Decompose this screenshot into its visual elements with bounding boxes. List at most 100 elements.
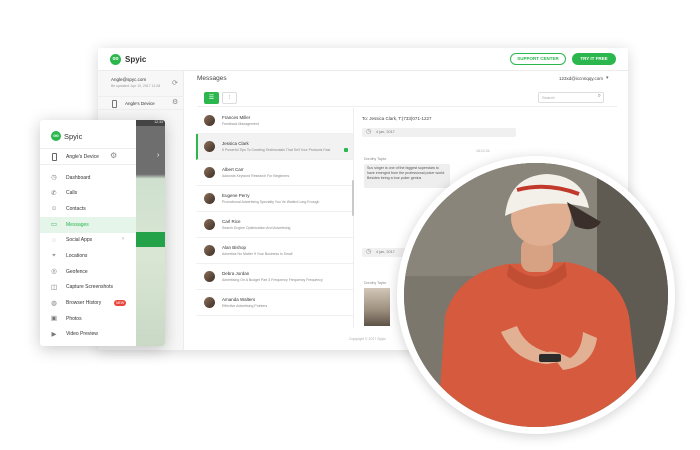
message-preview: Advertise No Matter If Your Business Is …: [222, 252, 293, 256]
app-logo[interactable]: oo Spyic: [110, 54, 146, 65]
logo-text: Spyic: [125, 55, 147, 64]
list-item[interactable]: Carl Rice Search Engine Optimization And…: [196, 212, 353, 238]
phone-icon: ✆: [51, 189, 57, 197]
logo-text: Spyic: [64, 131, 83, 141]
phone-icon: [52, 153, 57, 161]
device-name: Angle's Device: [66, 154, 99, 160]
avatar: [204, 297, 215, 308]
page-title: Messages: [197, 75, 227, 82]
new-badge: NEW: [114, 300, 127, 306]
contact-name: Jessica Clark: [222, 141, 249, 146]
menu-item-label: Capture Screenshots: [66, 284, 113, 291]
list-item[interactable]: Albert Carr Adwords Keyword Research For…: [196, 160, 353, 186]
avatar: [204, 245, 215, 256]
menu-item-geofence[interactable]: ◎ Geofence: [40, 264, 136, 280]
sender-name: Dorothy Taylor: [364, 281, 387, 285]
footer-copyright: Copyright © 2017 Spyic: [349, 337, 386, 341]
menu-item-label: Locations: [66, 252, 88, 259]
bubble-icon: ◌: [52, 236, 56, 244]
try-it-free-button[interactable]: TRY IT FREE: [572, 53, 616, 65]
list-item[interactable]: Debra Jordan Advertising On A Budget Par…: [196, 264, 353, 290]
support-center-button[interactable]: SUPPORT CENTER: [510, 53, 566, 65]
contact-name: Eugene Perry: [222, 193, 250, 198]
logo-mark-icon: oo: [110, 54, 121, 65]
list-item[interactable]: Frances Miller Feedback Management: [196, 108, 353, 134]
message-preview: Search Engine Optimization And Advertisi…: [222, 226, 291, 230]
menu-item-locations[interactable]: ⌖ Locations: [40, 248, 136, 264]
phone-app-panel: 12:33 › oo Spyic Angle's Device ⚙ ◷ Dash…: [40, 120, 165, 346]
list-item[interactable]: Amanda Walters Effective Advertising Poi…: [196, 290, 353, 316]
menu-item-photos[interactable]: ▣ Photos: [40, 311, 136, 327]
pin-icon: ⌖: [52, 252, 56, 260]
phone-icon: [112, 100, 117, 108]
camera-icon: ◫: [50, 283, 58, 291]
contact-name: Amanda Walters: [222, 297, 256, 302]
messages-toolbar: ☰ ⫶ Search ⌕: [197, 89, 617, 107]
device-row[interactable]: Angle's Device ⚙: [98, 96, 184, 110]
device-row[interactable]: Angle's Device ⚙: [40, 148, 136, 165]
image-icon: ▣: [50, 315, 58, 323]
message-list: Frances Miller Feedback Management Jessi…: [196, 108, 354, 328]
message-preview: Advertising On A Budget Part 3 Frequency…: [222, 278, 323, 282]
globe-icon: ◍: [51, 299, 57, 307]
list-view-button[interactable]: ☰: [204, 92, 219, 104]
device-name: Angle's Device: [125, 101, 155, 106]
contact-name: Debra Jordan: [222, 271, 250, 276]
message-preview: Effective Advertising Pointers: [222, 304, 268, 308]
map-highlight: [136, 232, 165, 247]
top-bar: oo Spyic SUPPORT CENTER TRY IT FREE: [98, 48, 628, 71]
clock-icon: ◷: [366, 129, 372, 135]
search-input[interactable]: Search ⌕: [538, 92, 604, 103]
menu-item-browser-history[interactable]: ◍ Browser History NEW: [40, 296, 136, 312]
menu-item-calls[interactable]: ✆ Calls: [40, 186, 136, 202]
menu-item-label: Photos: [66, 315, 82, 322]
clock-icon: ◷: [51, 174, 57, 181]
video-icon: ▶: [51, 330, 57, 338]
person-with-phone-illustration: [404, 163, 668, 427]
status-bar: 12:33: [136, 120, 165, 126]
menu-item-label: Video Preview: [66, 331, 98, 338]
list-item[interactable]: Alan Bishop Advertise No Matter If Your …: [196, 238, 353, 264]
menu-item-label: Browser History: [66, 300, 102, 306]
date-text: 4 jan, 2017: [376, 130, 395, 134]
menu-item-contacts[interactable]: ☺ Contacts: [40, 201, 136, 217]
contact-name: Alan Bishop: [222, 245, 247, 250]
menu-item-social-apps[interactable]: ◌ Social Apps ›: [40, 233, 136, 249]
contact-name: Carl Rice: [222, 219, 241, 224]
user-photo: [397, 156, 675, 434]
account-updated: Be updated: Apr 10, 2017 11:28: [111, 84, 161, 88]
gear-icon[interactable]: ⚙: [110, 152, 117, 160]
clock-icon: ◷: [366, 249, 372, 255]
search-icon: ⌕: [597, 93, 601, 99]
list-item-selected[interactable]: Jessica Clark 5 Powerful Tips To Creatin…: [196, 134, 353, 160]
chevron-right-icon[interactable]: ›: [157, 152, 159, 159]
message-time: 16:12:24: [476, 149, 490, 153]
menu-item-video-preview[interactable]: ▶ Video Preview: [40, 327, 136, 343]
menu-item-dashboard[interactable]: ◷ Dashboard: [40, 170, 136, 186]
avatar: [204, 167, 215, 178]
chat-icon: ▭: [50, 221, 58, 229]
gear-icon[interactable]: ⚙: [172, 99, 178, 106]
target-icon: ◎: [51, 268, 57, 276]
user-email[interactable]: 123xd@iccnnqqy.com: [559, 76, 603, 81]
nav-menu: ◷ Dashboard ✆ Calls ☺ Contacts ▭ Message…: [40, 170, 136, 343]
message-preview: Promotional Advertising Specialty You Ve…: [222, 200, 320, 204]
logo-mark-icon: oo: [51, 131, 61, 141]
menu-item-capture-screenshots[interactable]: ◫ Capture Screenshots: [40, 280, 136, 296]
phone-logo[interactable]: oo Spyic: [51, 131, 82, 141]
chart-view-button[interactable]: ⫶: [222, 92, 237, 104]
message-preview: 5 Powerful Tips To Creating Testimonials…: [222, 148, 331, 152]
scrollbar[interactable]: [352, 180, 354, 216]
search-placeholder: Search: [542, 95, 555, 100]
phone-navigation: oo Spyic Angle's Device ⚙ ◷ Dashboard ✆ …: [40, 120, 136, 346]
attachment-image[interactable]: [364, 288, 390, 326]
chevron-down-icon[interactable]: ▾: [606, 75, 609, 81]
menu-item-label: Dashboard: [66, 174, 91, 181]
contact-name: Frances Miller: [222, 115, 251, 120]
menu-item-messages[interactable]: ▭ Messages: [40, 217, 136, 233]
sync-icon[interactable]: ⟳: [172, 80, 178, 87]
menu-item-label: Calls: [66, 190, 78, 197]
list-item[interactable]: Eugene Perry Promotional Advertising Spe…: [196, 186, 353, 212]
avatar: [204, 219, 215, 230]
chat-recipient: To: Jessica Clark, T:(733)071-1227: [362, 116, 432, 121]
